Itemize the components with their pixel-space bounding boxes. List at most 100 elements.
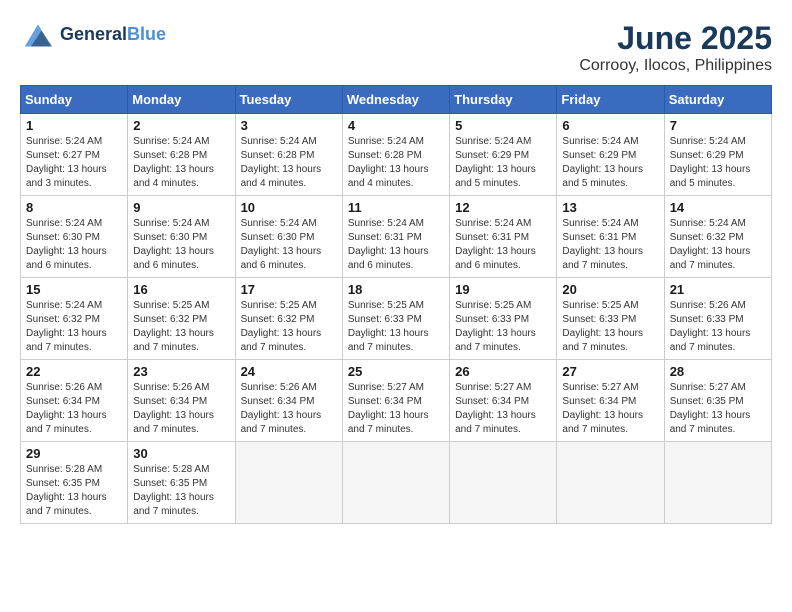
day-info: Sunrise: 5:25 AMSunset: 6:33 PMDaylight:… [455, 299, 551, 355]
day-number: 28 [670, 364, 766, 379]
day-number: 10 [241, 200, 337, 215]
calendar-cell: 12 Sunrise: 5:24 AMSunset: 6:31 PMDayligh… [450, 196, 557, 278]
calendar-cell [664, 442, 771, 524]
day-number: 23 [133, 364, 229, 379]
calendar-cell: 17Sunrise: 5:25 AMSunset: 6:32 PMDayligh… [235, 278, 342, 360]
day-number: 3 [241, 118, 337, 133]
day-info: Sunrise: 5:24 AMSunset: 6:32 PMDaylight:… [670, 217, 766, 273]
col-sunday: Sunday [21, 86, 128, 114]
day-info: Sunrise: 5:24 AMSunset: 6:30 PMDaylight:… [26, 217, 122, 273]
day-info: Sunrise: 5:25 AMSunset: 6:32 PMDaylight:… [133, 299, 229, 355]
day-info: Sunrise: 5:28 AMSunset: 6:35 PMDaylight:… [26, 463, 122, 519]
day-info: Sunrise: 5:28 AMSunset: 6:35 PMDaylight:… [133, 463, 229, 519]
calendar-cell: 27Sunrise: 5:27 AMSunset: 6:34 PMDayligh… [557, 360, 664, 442]
calendar-cell: 9 Sunrise: 5:24 AMSunset: 6:30 PMDaylight… [128, 196, 235, 278]
calendar-header: Sunday Monday Tuesday Wednesday Thursday… [21, 86, 772, 114]
calendar-cell: 19Sunrise: 5:25 AMSunset: 6:33 PMDayligh… [450, 278, 557, 360]
day-number: 26 [455, 364, 551, 379]
calendar-cell: 10 Sunrise: 5:24 AMSunset: 6:30 PMDayligh… [235, 196, 342, 278]
calendar-cell: 20 Sunrise: 5:25 AMSunset: 6:33 PMDayligh… [557, 278, 664, 360]
day-number: 2 [133, 118, 229, 133]
calendar-cell [557, 442, 664, 524]
calendar-cell: 18 Sunrise: 5:25 AMSunset: 6:33 PMDayligh… [342, 278, 449, 360]
calendar-cell: 14 Sunrise: 5:24 AMSunset: 6:32 PMDayligh… [664, 196, 771, 278]
day-info: Sunrise: 5:24 AMSunset: 6:29 PMDaylight:… [455, 135, 551, 191]
calendar-cell [342, 442, 449, 524]
calendar-cell: 7 Sunrise: 5:24 AMSunset: 6:29 PMDaylight… [664, 114, 771, 196]
day-info: Sunrise: 5:24 AMSunset: 6:29 PMDaylight:… [670, 135, 766, 191]
calendar-week-5: 29Sunrise: 5:28 AMSunset: 6:35 PMDayligh… [21, 442, 772, 524]
logo-text: GeneralBlue [60, 25, 166, 45]
calendar-cell [235, 442, 342, 524]
calendar-cell: 22 Sunrise: 5:26 AMSunset: 6:34 PMDayligh… [21, 360, 128, 442]
calendar-cell: 16 Sunrise: 5:25 AMSunset: 6:32 PMDayligh… [128, 278, 235, 360]
calendar-cell: 26 Sunrise: 5:27 AMSunset: 6:34 PMDayligh… [450, 360, 557, 442]
day-number: 1 [26, 118, 122, 133]
calendar-cell: 6Sunrise: 5:24 AMSunset: 6:29 PMDaylight… [557, 114, 664, 196]
day-info: Sunrise: 5:24 AMSunset: 6:31 PMDaylight:… [348, 217, 444, 273]
day-info: Sunrise: 5:27 AMSunset: 6:34 PMDaylight:… [455, 381, 551, 437]
logo-icon [20, 20, 56, 50]
day-number: 22 [26, 364, 122, 379]
calendar-cell: 1 Sunrise: 5:24 AMSunset: 6:27 PMDaylight… [21, 114, 128, 196]
calendar-cell: 24 Sunrise: 5:26 AMSunset: 6:34 PMDayligh… [235, 360, 342, 442]
calendar: Sunday Monday Tuesday Wednesday Thursday… [20, 85, 772, 524]
calendar-cell: 23Sunrise: 5:26 AMSunset: 6:34 PMDayligh… [128, 360, 235, 442]
title-area: June 2025 Corrooy, Ilocos, Philippines [579, 20, 772, 75]
calendar-cell: 30 Sunrise: 5:28 AMSunset: 6:35 PMDayligh… [128, 442, 235, 524]
calendar-body: 1 Sunrise: 5:24 AMSunset: 6:27 PMDaylight… [21, 114, 772, 524]
day-info: Sunrise: 5:24 AMSunset: 6:28 PMDaylight:… [133, 135, 229, 191]
day-number: 15 [26, 282, 122, 297]
day-info: Sunrise: 5:27 AMSunset: 6:34 PMDaylight:… [562, 381, 658, 437]
day-info: Sunrise: 5:24 AMSunset: 6:28 PMDaylight:… [241, 135, 337, 191]
day-number: 16 [133, 282, 229, 297]
col-friday: Friday [557, 86, 664, 114]
day-number: 7 [670, 118, 766, 133]
day-info: Sunrise: 5:24 AMSunset: 6:32 PMDaylight:… [26, 299, 122, 355]
calendar-cell: 11 Sunrise: 5:24 AMSunset: 6:31 PMDayligh… [342, 196, 449, 278]
header: GeneralBlue June 2025 Corrooy, Ilocos, P… [20, 20, 772, 75]
col-wednesday: Wednesday [342, 86, 449, 114]
calendar-cell: 13 Sunrise: 5:24 AMSunset: 6:31 PMDayligh… [557, 196, 664, 278]
col-saturday: Saturday [664, 86, 771, 114]
day-info: Sunrise: 5:27 AMSunset: 6:34 PMDaylight:… [348, 381, 444, 437]
col-thursday: Thursday [450, 86, 557, 114]
col-monday: Monday [128, 86, 235, 114]
day-info: Sunrise: 5:24 AMSunset: 6:31 PMDaylight:… [455, 217, 551, 273]
day-info: Sunrise: 5:24 AMSunset: 6:30 PMDaylight:… [133, 217, 229, 273]
col-tuesday: Tuesday [235, 86, 342, 114]
day-number: 13 [562, 200, 658, 215]
calendar-cell: 2 Sunrise: 5:24 AMSunset: 6:28 PMDaylight… [128, 114, 235, 196]
day-number: 6 [562, 118, 658, 133]
calendar-cell: 4Sunrise: 5:24 AMSunset: 6:28 PMDaylight… [342, 114, 449, 196]
day-info: Sunrise: 5:26 AMSunset: 6:34 PMDaylight:… [26, 381, 122, 437]
day-number: 8 [26, 200, 122, 215]
day-info: Sunrise: 5:24 AMSunset: 6:30 PMDaylight:… [241, 217, 337, 273]
calendar-week-4: 22 Sunrise: 5:26 AMSunset: 6:34 PMDayligh… [21, 360, 772, 442]
day-number: 18 [348, 282, 444, 297]
day-info: Sunrise: 5:25 AMSunset: 6:33 PMDaylight:… [562, 299, 658, 355]
day-info: Sunrise: 5:24 AMSunset: 6:27 PMDaylight:… [26, 135, 122, 191]
calendar-cell: 25 Sunrise: 5:27 AMSunset: 6:34 PMDayligh… [342, 360, 449, 442]
day-number: 25 [348, 364, 444, 379]
day-info: Sunrise: 5:27 AMSunset: 6:35 PMDaylight:… [670, 381, 766, 437]
day-number: 30 [133, 446, 229, 461]
day-number: 20 [562, 282, 658, 297]
calendar-cell: 8 Sunrise: 5:24 AMSunset: 6:30 PMDaylight… [21, 196, 128, 278]
day-info: Sunrise: 5:24 AMSunset: 6:28 PMDaylight:… [348, 135, 444, 191]
day-info: Sunrise: 5:26 AMSunset: 6:34 PMDaylight:… [241, 381, 337, 437]
day-number: 9 [133, 200, 229, 215]
day-info: Sunrise: 5:25 AMSunset: 6:33 PMDaylight:… [348, 299, 444, 355]
day-number: 11 [348, 200, 444, 215]
calendar-cell: 28 Sunrise: 5:27 AMSunset: 6:35 PMDayligh… [664, 360, 771, 442]
day-number: 12 [455, 200, 551, 215]
day-info: Sunrise: 5:26 AMSunset: 6:33 PMDaylight:… [670, 299, 766, 355]
logo: GeneralBlue [20, 20, 166, 50]
day-number: 5 [455, 118, 551, 133]
header-row: Sunday Monday Tuesday Wednesday Thursday… [21, 86, 772, 114]
day-number: 14 [670, 200, 766, 215]
calendar-cell: 21Sunrise: 5:26 AMSunset: 6:33 PMDayligh… [664, 278, 771, 360]
main-title: June 2025 [579, 20, 772, 57]
day-info: Sunrise: 5:24 AMSunset: 6:31 PMDaylight:… [562, 217, 658, 273]
day-number: 24 [241, 364, 337, 379]
